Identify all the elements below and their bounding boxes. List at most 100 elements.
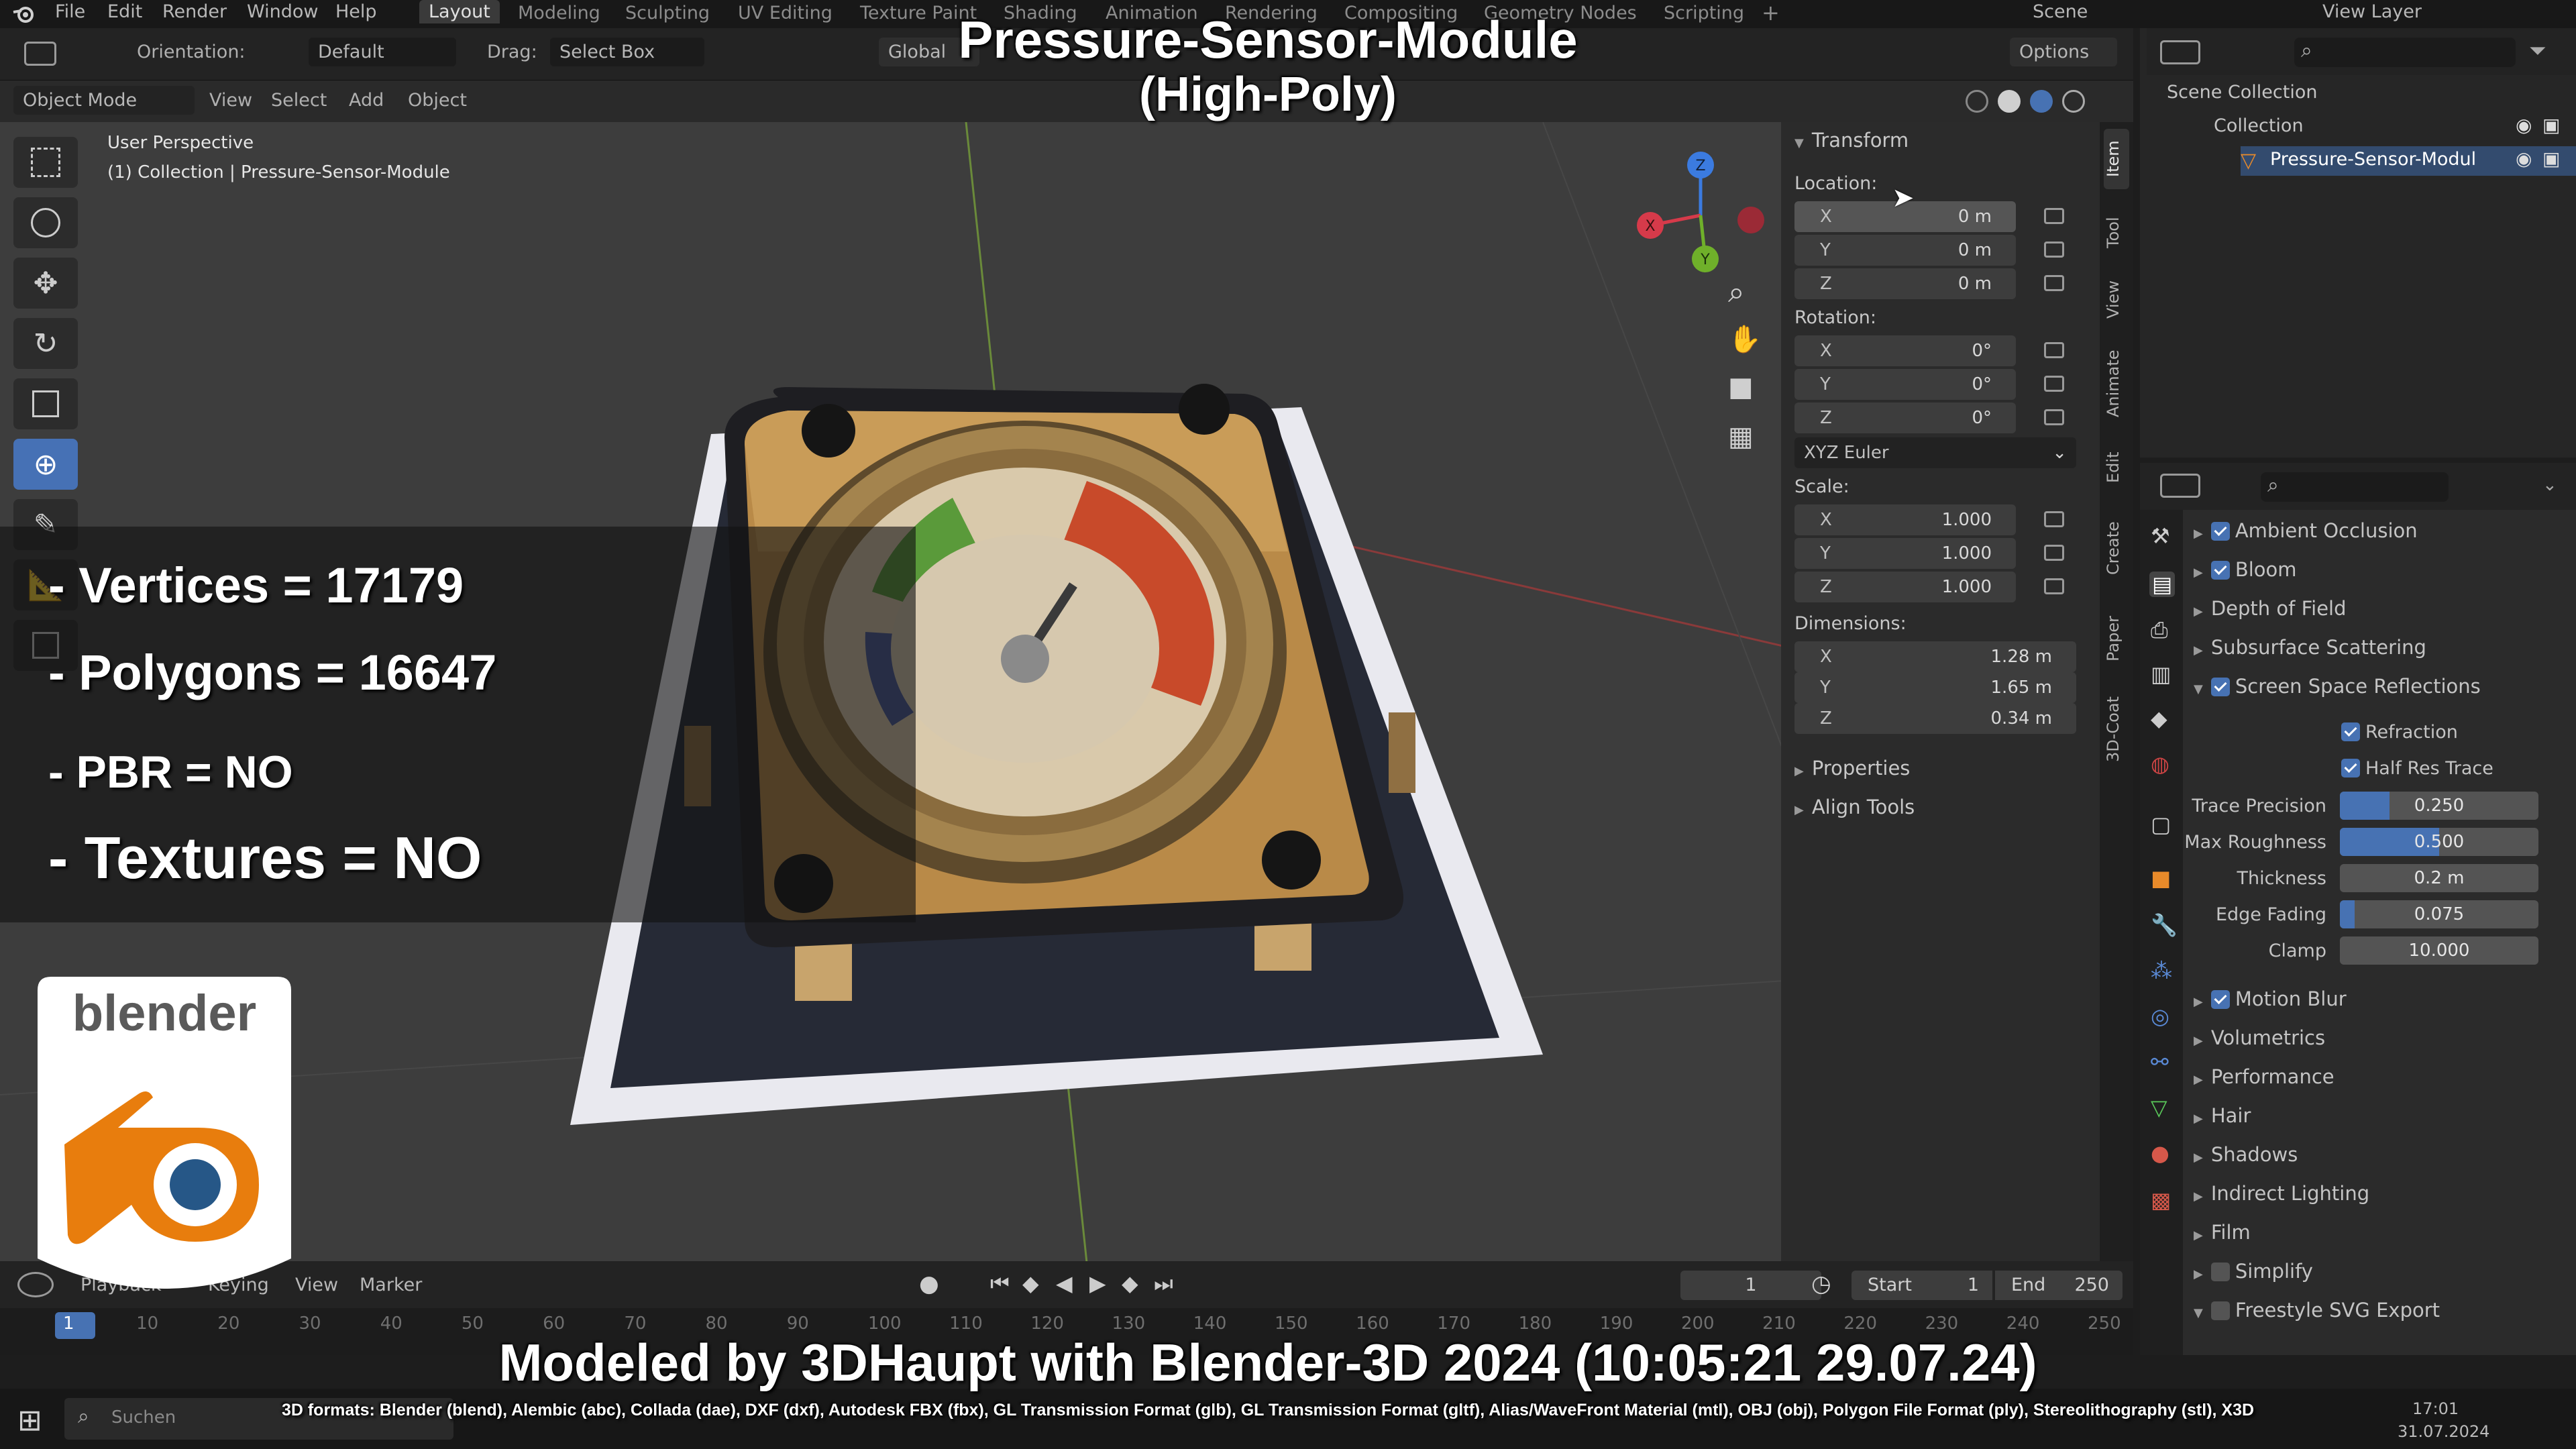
tool-settings-icon[interactable]: ⚒: [2151, 523, 2170, 549]
clamp-field[interactable]: 10.000: [2340, 936, 2538, 965]
align-tools-panel-header[interactable]: ▶ Align Tools: [1794, 796, 1915, 818]
checkbox[interactable]: [2210, 522, 2230, 541]
camera-render-icon[interactable]: ▣: [2542, 148, 2560, 170]
lock-icon[interactable]: [2044, 342, 2064, 358]
record-icon[interactable]: ●: [919, 1271, 939, 1297]
half-res-trace-option[interactable]: Half Res Trace: [2341, 758, 2493, 779]
camera-render-icon[interactable]: ▣: [2542, 114, 2560, 136]
render-props-icon[interactable]: ▤: [2149, 572, 2176, 597]
transform-panel-title[interactable]: ▼ Transform: [1794, 129, 1909, 152]
transform-tool[interactable]: ⊕: [13, 439, 78, 490]
start-frame-field[interactable]: Start 1: [1851, 1271, 1992, 1300]
scale-z-field[interactable]: Z 1.000: [1794, 572, 2016, 602]
rotation-y-field[interactable]: Y 0°: [1794, 369, 2016, 400]
thickness-field[interactable]: 0.2 m: [2340, 864, 2538, 892]
refraction-option[interactable]: Refraction: [2341, 722, 2458, 743]
play-icon[interactable]: ▶: [1089, 1271, 1106, 1296]
play-reverse-icon[interactable]: ◀: [1056, 1271, 1073, 1296]
lock-icon[interactable]: [2044, 578, 2064, 594]
section-ambient-occlusion[interactable]: ▶ Ambient Occlusion: [2194, 519, 2418, 542]
section-bloom[interactable]: ▶ Bloom: [2194, 558, 2297, 581]
checkbox[interactable]: [2341, 722, 2360, 741]
section-film[interactable]: ▶ Film: [2194, 1221, 2251, 1244]
rotate-tool[interactable]: ↻: [13, 318, 78, 369]
dimension-x-field[interactable]: X 1.28 m: [1794, 641, 2076, 672]
grid-ortho-icon[interactable]: ▦: [1728, 421, 1754, 452]
checkbox[interactable]: [2210, 1263, 2230, 1281]
editor-type-icon[interactable]: [2160, 474, 2200, 498]
location-y-field[interactable]: Y 0 m: [1794, 235, 2016, 266]
checkbox[interactable]: [2210, 561, 2230, 580]
section-volumetrics[interactable]: ▶ Volumetrics: [2194, 1026, 2325, 1049]
current-frame-field[interactable]: 1: [1680, 1271, 1821, 1300]
location-z-field[interactable]: Z 0 m: [1794, 268, 2016, 299]
section-screen-space-reflections[interactable]: ▼ Screen Space Reflections: [2194, 675, 2481, 698]
trace-precision-slider[interactable]: 0.250: [2340, 792, 2538, 820]
scale-tool[interactable]: [13, 378, 78, 429]
section-freestyle-svg-export[interactable]: ▼ Freestyle SVG Export: [2194, 1299, 2440, 1322]
tab-tool[interactable]: Tool: [2104, 203, 2129, 263]
menu-view[interactable]: View: [295, 1275, 338, 1295]
section-indirect-lighting[interactable]: ▶ Indirect Lighting: [2194, 1182, 2369, 1205]
lock-icon[interactable]: [2044, 511, 2064, 527]
rotation-mode-dropdown[interactable]: XYZ Euler ⌄: [1794, 437, 2076, 468]
edge-fading-slider[interactable]: 0.075: [2340, 900, 2538, 928]
tab-edit[interactable]: Edit: [2104, 444, 2129, 491]
scale-x-field[interactable]: X 1.000: [1794, 504, 2016, 535]
tab-item[interactable]: Item: [2104, 129, 2129, 189]
outliner-object-name[interactable]: Pressure-Sensor-Modul: [2270, 149, 2476, 170]
checkbox[interactable]: [2341, 759, 2360, 777]
section-performance[interactable]: ▶ Performance: [2194, 1065, 2334, 1088]
chevron-down-icon[interactable]: ⌄: [2542, 475, 2557, 495]
section-subsurface-scattering[interactable]: ▶ Subsurface Scattering: [2194, 636, 2426, 659]
particles-icon[interactable]: ⁂: [2151, 958, 2172, 983]
lock-icon[interactable]: [2044, 409, 2064, 425]
lock-icon[interactable]: [2044, 376, 2064, 392]
camera-icon[interactable]: ■: [1728, 372, 1754, 402]
view-layer-icon[interactable]: ▥: [2151, 661, 2171, 687]
section-simplify[interactable]: ▶ Simplify: [2194, 1260, 2313, 1283]
pan-hand-icon[interactable]: ✋: [1728, 323, 1762, 355]
menu-marker[interactable]: Marker: [360, 1275, 422, 1295]
cursor-tool[interactable]: [13, 197, 78, 248]
scene-props-icon[interactable]: ◆: [2151, 706, 2167, 731]
properties-panel-header[interactable]: ▶ Properties: [1794, 757, 1910, 780]
section-depth-of-field[interactable]: ▶ Depth of Field: [2194, 597, 2347, 620]
rotation-x-field[interactable]: X 0°: [1794, 335, 2016, 366]
section-shadows[interactable]: ▶ Shadows: [2194, 1143, 2298, 1166]
world-props-icon[interactable]: ◍: [2151, 751, 2169, 777]
section-motion-blur[interactable]: ▶ Motion Blur: [2194, 987, 2347, 1010]
jump-end-icon[interactable]: ⏭: [1154, 1271, 1173, 1297]
constraints-icon[interactable]: ⚯: [2151, 1049, 2169, 1075]
material-icon[interactable]: ●: [2151, 1140, 2169, 1166]
max-roughness-slider[interactable]: 0.500: [2340, 828, 2538, 856]
texture-icon[interactable]: ▩: [2151, 1187, 2171, 1213]
stopwatch-icon[interactable]: ◷: [1811, 1271, 1831, 1297]
properties-search-input[interactable]: ⌕: [2261, 472, 2449, 502]
output-props-icon[interactable]: ⎙: [2151, 617, 2168, 643]
next-keyframe-icon[interactable]: ◆: [1122, 1271, 1138, 1296]
jump-start-icon[interactable]: ⏮: [990, 1271, 1010, 1297]
zoom-icon[interactable]: ⌕: [1728, 275, 1745, 309]
prev-keyframe-icon[interactable]: ◆: [1022, 1271, 1039, 1296]
navigation-gizmo[interactable]: Z X Y: [1623, 145, 1771, 279]
select-box-tool[interactable]: [13, 137, 78, 188]
tab-paper[interactable]: Paper: [2104, 605, 2129, 672]
lock-icon[interactable]: [2044, 241, 2064, 258]
visibility-eye-icon[interactable]: ◉: [2516, 148, 2532, 170]
section-hair[interactable]: ▶ Hair: [2194, 1104, 2251, 1127]
tab-create[interactable]: Create: [2104, 511, 2129, 585]
physics-icon[interactable]: ◎: [2151, 1004, 2169, 1029]
lock-icon[interactable]: [2044, 208, 2064, 224]
rotation-z-field[interactable]: Z 0°: [1794, 402, 2016, 433]
tab-view[interactable]: View: [2104, 270, 2129, 330]
object-data-icon[interactable]: ▽: [2151, 1095, 2167, 1120]
tab-animate[interactable]: Animate: [2104, 337, 2129, 431]
end-frame-field[interactable]: End 250: [1995, 1271, 2123, 1300]
dimension-y-field[interactable]: Y 1.65 m: [1794, 672, 2076, 703]
lock-icon[interactable]: [2044, 275, 2064, 291]
dimension-z-field[interactable]: Z 0.34 m: [1794, 703, 2076, 734]
scale-y-field[interactable]: Y 1.000: [1794, 538, 2016, 569]
checkbox[interactable]: [2210, 1301, 2230, 1320]
tab-3d-coat[interactable]: 3D-Coat: [2104, 686, 2129, 773]
